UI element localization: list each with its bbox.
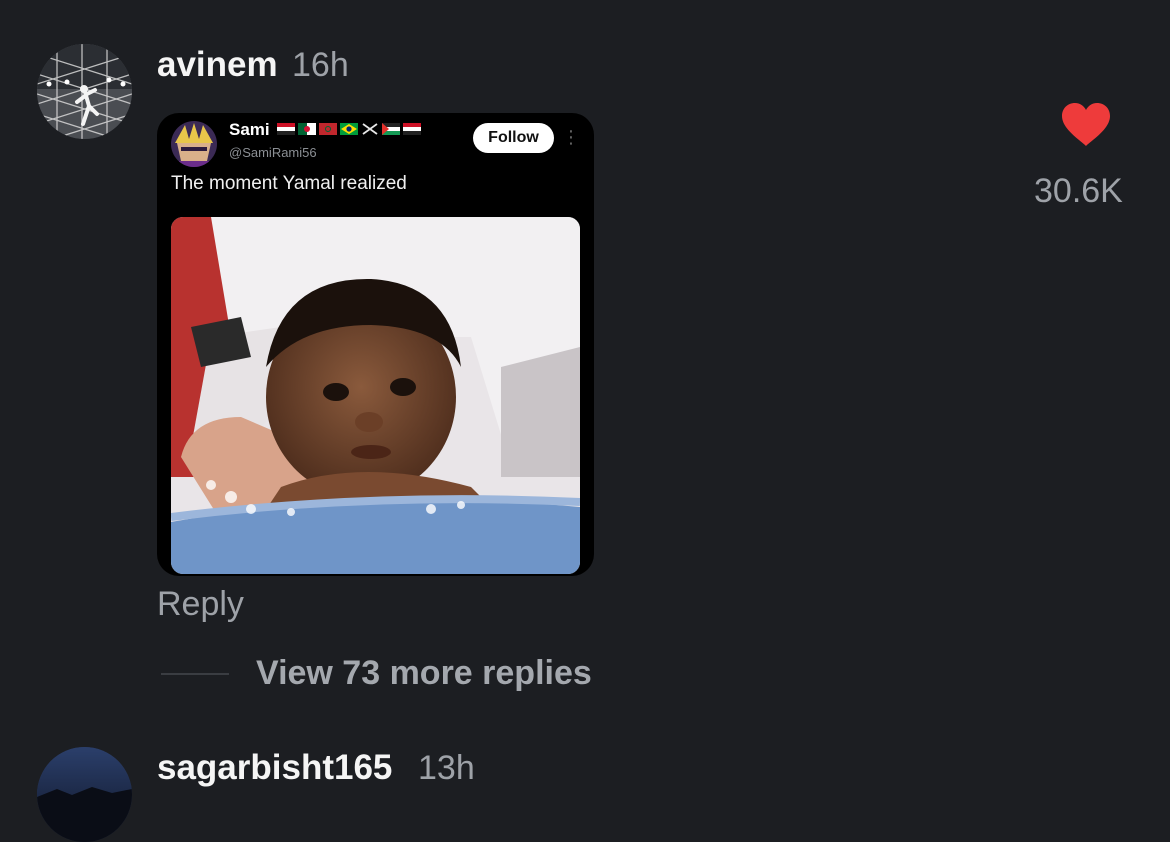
heart-icon[interactable] xyxy=(1060,102,1112,148)
football-player-avatar-icon xyxy=(37,44,132,139)
comment-username[interactable]: avinem xyxy=(157,45,278,85)
like-count: 30.6K xyxy=(1034,172,1123,210)
avatar[interactable] xyxy=(37,747,132,842)
crossed-swords-icon xyxy=(362,123,378,135)
view-more-replies-button[interactable]: View 73 more replies xyxy=(256,654,592,693)
egypt-flag-icon xyxy=(403,123,421,135)
brazil-flag-icon xyxy=(340,123,358,135)
comment-timestamp: 13h xyxy=(418,749,475,787)
morocco-flag-icon xyxy=(319,123,337,135)
more-options-icon: ⋮ xyxy=(562,127,580,147)
anime-character-icon xyxy=(171,121,217,167)
comment-timestamp: 16h xyxy=(292,46,349,84)
night-sky-avatar-icon xyxy=(37,747,132,842)
reply-button[interactable]: Reply xyxy=(157,585,244,624)
embedded-tweet-image[interactable]: Sami @SamiRami56 Follow ⋮ The moment Yam… xyxy=(157,113,594,576)
palestine-flag-icon xyxy=(382,123,400,135)
egypt-flag-icon xyxy=(277,123,295,135)
follow-button: Follow xyxy=(473,123,554,153)
avatar[interactable] xyxy=(37,44,132,139)
algeria-flag-icon xyxy=(298,123,316,135)
flag-emojis xyxy=(277,121,421,137)
tweet-text: The moment Yamal realized xyxy=(171,173,407,194)
tweet-author-name: Sami xyxy=(229,120,270,139)
baby-in-bath-photo xyxy=(171,217,580,574)
tweet-author-handle: @SamiRami56 xyxy=(229,145,317,160)
replies-divider xyxy=(161,673,229,675)
tweet-author-avatar xyxy=(171,121,217,167)
comment-username[interactable]: sagarbisht165 xyxy=(157,748,392,788)
